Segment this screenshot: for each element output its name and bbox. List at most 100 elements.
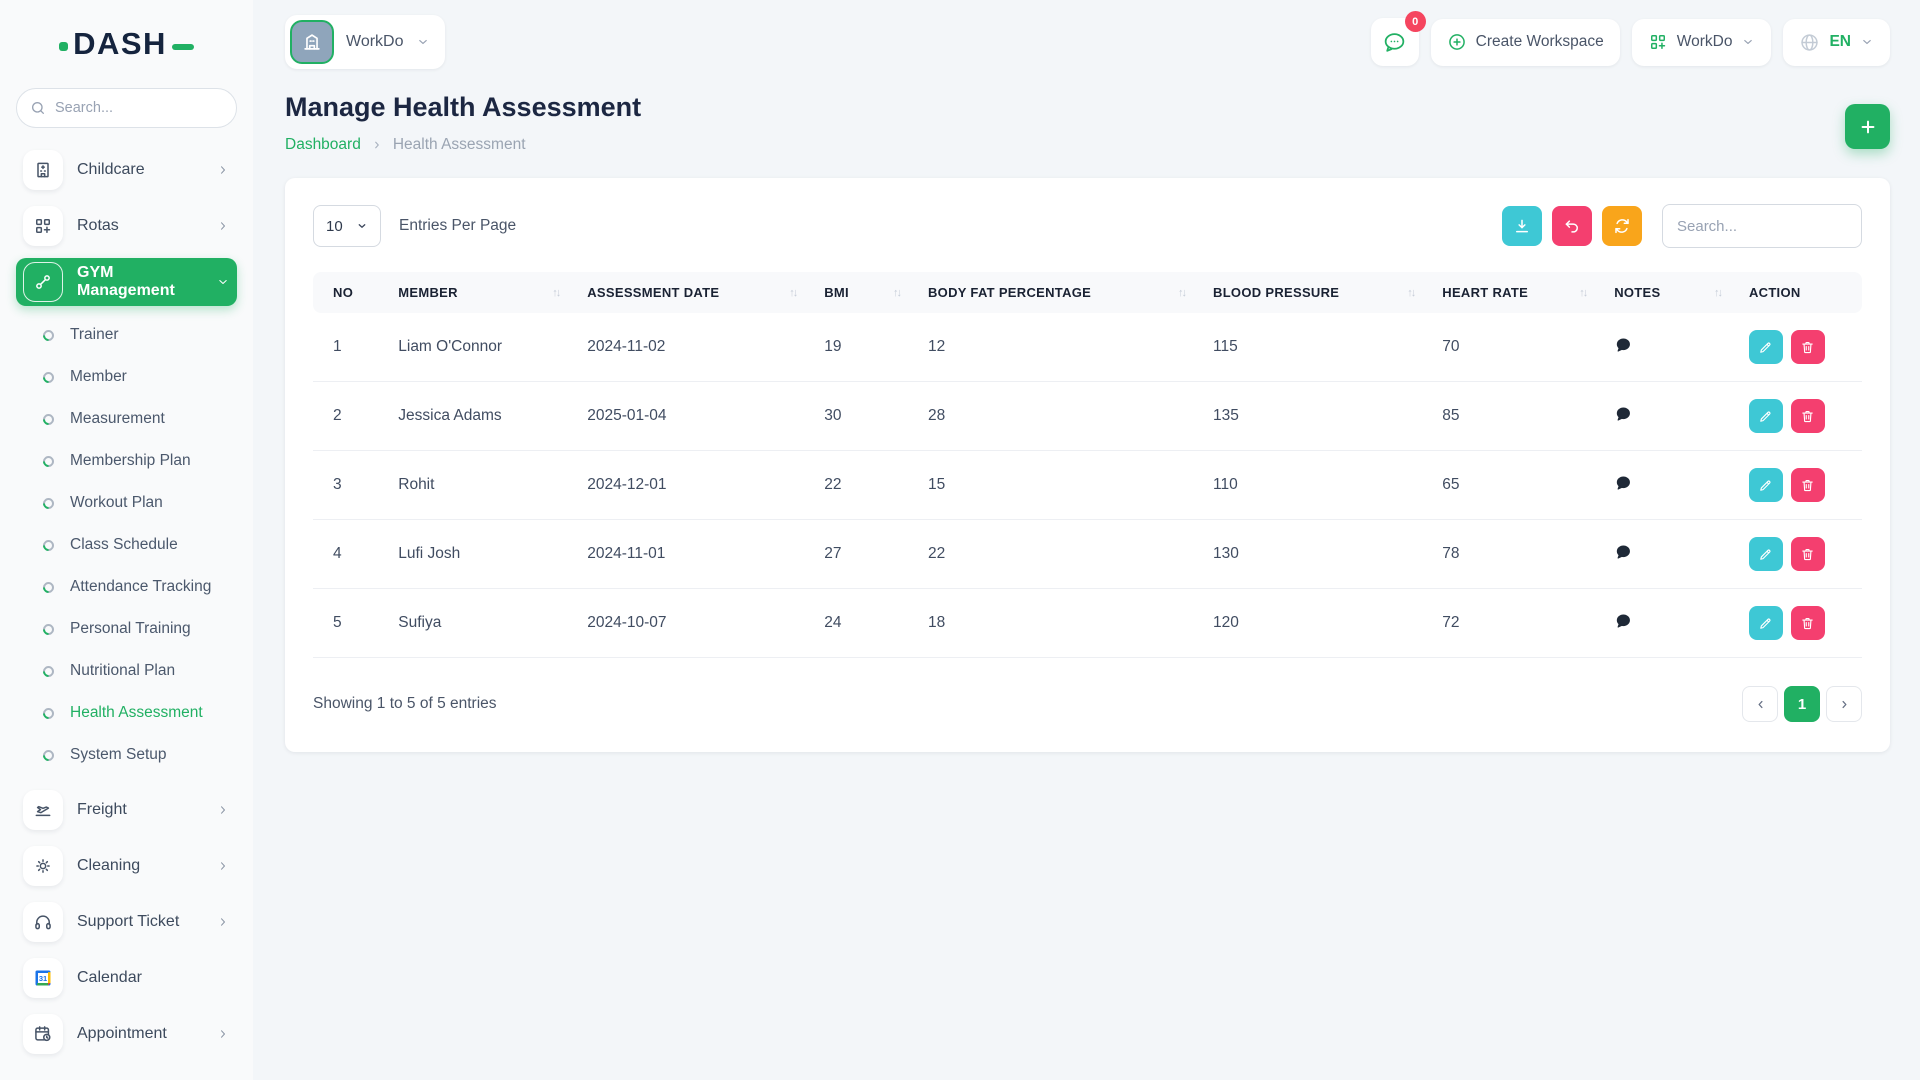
topbar: WorkDo 0 Create Workspace (285, 13, 1890, 71)
row-assessment-date: 2024-10-07 (573, 589, 810, 658)
column-header-bmi[interactable]: BMI↑↓ (810, 272, 914, 313)
column-header-member[interactable]: MEMBER↑↓ (384, 272, 573, 313)
edit-button[interactable] (1749, 399, 1783, 433)
delete-button[interactable] (1791, 606, 1825, 640)
sidebar-subitem-health-assessment[interactable]: Health Assessment (16, 692, 237, 734)
row-notes (1600, 382, 1735, 451)
sidebar-subitem-trainer[interactable]: Trainer (16, 314, 237, 356)
table-footer: Showing 1 to 5 of 5 entries 1 (313, 686, 1862, 722)
page-header: Manage Health Assessment Dashboard Healt… (285, 92, 1890, 154)
pagination-prev-button[interactable] (1742, 686, 1778, 722)
grid-plus-icon (1648, 32, 1668, 52)
workdo-menu-label: WorkDo (1677, 33, 1733, 51)
sidebar-search[interactable] (16, 88, 237, 128)
sidebar-item-freight[interactable]: Freight (16, 786, 237, 834)
export-button[interactable] (1502, 206, 1542, 246)
sidebar-subitem-label: Class Schedule (70, 536, 178, 554)
sidebar-item-rotas[interactable]: Rotas (16, 202, 237, 250)
sidebar-subitem-label: Measurement (70, 410, 165, 428)
column-header-blood-pressure[interactable]: BLOOD PRESSURE↑↓ (1199, 272, 1428, 313)
logo-dot (59, 42, 68, 51)
notes-button[interactable] (1614, 336, 1632, 354)
breadcrumb-dashboard-link[interactable]: Dashboard (285, 136, 361, 154)
row-notes (1600, 313, 1735, 382)
ring-icon (41, 369, 57, 385)
pagination-page-1[interactable]: 1 (1784, 686, 1820, 722)
language-button[interactable]: EN (1783, 19, 1890, 66)
row-no: 5 (313, 589, 384, 658)
row-notes (1600, 589, 1735, 658)
pencil-icon (1758, 478, 1773, 493)
row-body-fat-percentage: 28 (914, 382, 1199, 451)
sidebar-item-label: Appointment (77, 1025, 202, 1043)
sidebar-item-support-ticket[interactable]: Support Ticket (16, 898, 237, 946)
sidebar-subitem-workout-plan[interactable]: Workout Plan (16, 482, 237, 524)
row-blood-pressure: 120 (1199, 589, 1428, 658)
sidebar-subitem-member[interactable]: Member (16, 356, 237, 398)
add-assessment-button[interactable] (1845, 104, 1890, 149)
sidebar-subitem-personal-training[interactable]: Personal Training (16, 608, 237, 650)
row-heart-rate: 65 (1428, 451, 1600, 520)
page-size-select[interactable]: 10 (313, 205, 381, 247)
create-workspace-button[interactable]: Create Workspace (1431, 19, 1620, 66)
delete-button[interactable] (1791, 468, 1825, 502)
sidebar-search-input[interactable] (55, 100, 242, 116)
table-search-input[interactable] (1662, 204, 1862, 248)
sidebar-item-label: GYM Management (77, 264, 202, 300)
pagination-next-button[interactable] (1826, 686, 1862, 722)
delete-button[interactable] (1791, 537, 1825, 571)
delete-button[interactable] (1791, 330, 1825, 364)
sidebar-item-calendar[interactable]: 31Calendar (16, 954, 237, 1002)
notes-button[interactable] (1614, 543, 1632, 561)
assessment-table-card: 10 Entries Per Page (285, 178, 1890, 752)
workspace-label: WorkDo (346, 33, 404, 51)
pencil-icon (1758, 547, 1773, 562)
notes-button[interactable] (1614, 474, 1632, 492)
sidebar-subitem-measurement[interactable]: Measurement (16, 398, 237, 440)
sidebar-subitem-label: Health Assessment (70, 704, 203, 722)
delete-button[interactable] (1791, 399, 1825, 433)
table-toolbar: 10 Entries Per Page (313, 204, 1862, 248)
sidebar-subitem-class-schedule[interactable]: Class Schedule (16, 524, 237, 566)
sidebar-subitem-nutritional-plan[interactable]: Nutritional Plan (16, 650, 237, 692)
edit-button[interactable] (1749, 330, 1783, 364)
edit-button[interactable] (1749, 468, 1783, 502)
sidebar-subitem-membership-plan[interactable]: Membership Plan (16, 440, 237, 482)
sidebar-subitem-attendance-tracking[interactable]: Attendance Tracking (16, 566, 237, 608)
sidebar-item-appointment[interactable]: Appointment (16, 1010, 237, 1058)
sidebar: DASH ChildcareRotasGYM ManagementTrainer… (0, 0, 253, 1080)
refresh-button[interactable] (1602, 206, 1642, 246)
column-header-notes[interactable]: NOTES↑↓ (1600, 272, 1735, 313)
column-header-heart-rate[interactable]: HEART RATE↑↓ (1428, 272, 1600, 313)
edit-button[interactable] (1749, 606, 1783, 640)
back-button[interactable] (1552, 206, 1592, 246)
row-blood-pressure: 135 (1199, 382, 1428, 451)
notes-button[interactable] (1614, 405, 1632, 423)
workdo-menu-button[interactable]: WorkDo (1632, 19, 1772, 66)
sidebar-item-gym-management[interactable]: GYM Management (16, 258, 237, 306)
logo-bar (172, 44, 194, 50)
trash-icon (1800, 409, 1815, 424)
messages-button[interactable]: 0 (1371, 18, 1419, 66)
column-header-body-fat-percentage[interactable]: BODY FAT PERCENTAGE↑↓ (914, 272, 1199, 313)
notes-button[interactable] (1614, 612, 1632, 630)
row-blood-pressure: 130 (1199, 520, 1428, 589)
sidebar-item-cleaning[interactable]: Cleaning (16, 842, 237, 890)
workspace-selector[interactable]: WorkDo (285, 15, 445, 69)
table-row: 3Rohit2024-12-01221511065 (313, 451, 1862, 520)
sidebar-subitem-system-setup[interactable]: System Setup (16, 734, 237, 776)
pencil-icon (1758, 409, 1773, 424)
column-header-assessment-date[interactable]: ASSESSMENT DATE↑↓ (573, 272, 810, 313)
row-no: 2 (313, 382, 384, 451)
trash-icon (1800, 547, 1815, 562)
sidebar-item-childcare[interactable]: Childcare (16, 146, 237, 194)
row-no: 1 (313, 313, 384, 382)
sidebar-subitem-label: Member (70, 368, 127, 386)
edit-button[interactable] (1749, 537, 1783, 571)
ring-icon (41, 579, 57, 595)
row-member: Lufi Josh (384, 520, 573, 589)
table-row: 2Jessica Adams2025-01-04302813585 (313, 382, 1862, 451)
ring-icon (41, 453, 57, 469)
toolbar-actions (1502, 204, 1862, 248)
sidebar-subitem-label: Personal Training (70, 620, 191, 638)
